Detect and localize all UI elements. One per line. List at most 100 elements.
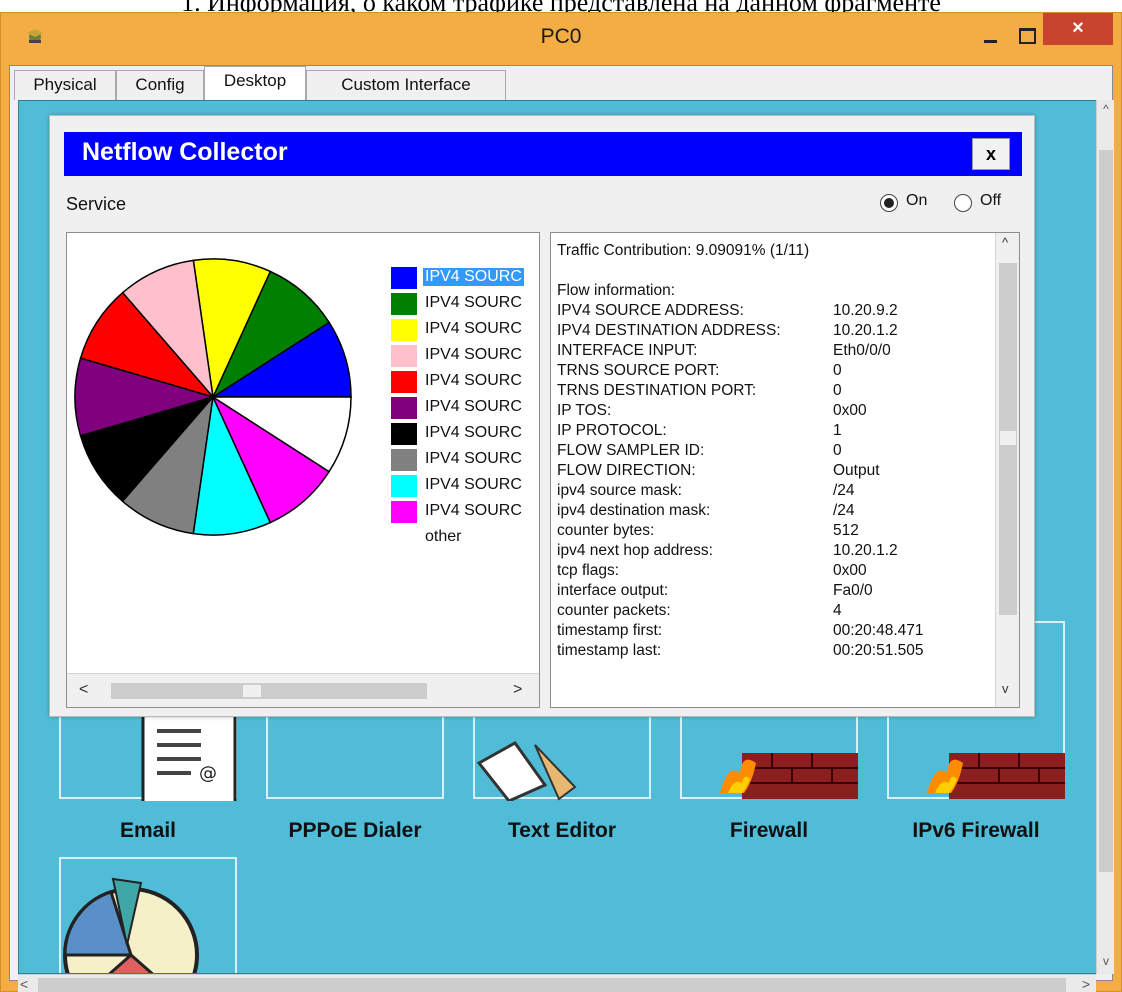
flow-info-value: 0: [833, 382, 842, 399]
flow-info-row: ipv4 destination mask: /24: [557, 501, 855, 521]
netflow-collector-dialog: Netflow Collector x Service On Off IPV4 …: [49, 115, 1035, 717]
service-on-label: On: [906, 192, 928, 209]
traffic-pie-chart[interactable]: [71, 253, 371, 553]
flow-info-value: 10.20.9.2: [833, 302, 898, 319]
title-bar[interactable]: PC0 ×: [1, 13, 1121, 61]
flow-info-text: Traffic Contribution: 9.09091% (1/11) Fl…: [557, 241, 924, 661]
close-window-button[interactable]: ×: [1043, 13, 1113, 45]
traffic-contribution: Traffic Contribution: 9.09091% (1/11): [557, 242, 810, 259]
legend-item[interactable]: IPV4 SOURC: [391, 293, 539, 315]
info-vertical-scrollbar[interactable]: ^ v: [995, 233, 1019, 707]
flow-info-key: IP PROTOCOL:: [557, 422, 667, 439]
legend-item[interactable]: IPV4 SOURC: [391, 371, 539, 393]
scroll-thumb[interactable]: [1099, 150, 1113, 872]
scroll-up-arrow-icon[interactable]: ^: [1097, 102, 1115, 120]
legend-item[interactable]: IPV4 SOURC: [391, 475, 539, 497]
scroll-left-arrow-icon[interactable]: <: [79, 681, 88, 699]
scroll-left-arrow-icon[interactable]: <: [20, 976, 28, 992]
flow-info-value: 10.20.1.2: [833, 322, 898, 339]
flow-info-key: TRNS DESTINATION PORT:: [557, 382, 757, 399]
flow-info-row: tcp flags: 0x00: [557, 561, 867, 581]
tab-desktop[interactable]: Desktop: [204, 66, 306, 101]
maximize-button[interactable]: [1011, 23, 1041, 49]
tab-physical[interactable]: Physical: [14, 70, 116, 100]
scroll-thumb[interactable]: [38, 978, 1066, 992]
scroll-thumb-grip: [243, 685, 261, 697]
flow-info-row: TRNS SOURCE PORT: 0: [557, 361, 842, 381]
flow-info-key: timestamp last:: [557, 642, 662, 659]
flow-info-value: 4: [833, 602, 842, 619]
flow-info-value: /24: [833, 482, 855, 499]
legend-swatch: [391, 371, 417, 393]
dialog-title: Netflow Collector: [82, 138, 288, 166]
flow-info-row: timestamp first: 00:20:48.471: [557, 621, 924, 641]
flow-info-value: Eth0/0/0: [833, 342, 891, 359]
svg-text:@: @: [199, 763, 217, 784]
desktop-horizontal-scrollbar[interactable]: < >: [18, 974, 1096, 992]
legend-swatch: [391, 397, 417, 419]
flow-info-key: TRNS SOURCE PORT:: [557, 362, 720, 379]
traffic-chart-panel: IPV4 SOURC IPV4 SOURC IPV4 SOURC IPV4 SOURC…: [66, 232, 540, 708]
flow-info-key: counter bytes:: [557, 522, 655, 539]
scroll-thumb[interactable]: [111, 683, 427, 699]
flow-info-value: 512: [833, 522, 859, 539]
flow-info-row: INTERFACE INPUT: Eth0/0/0: [557, 341, 891, 361]
tab-custom-interface[interactable]: Custom Interface: [306, 70, 506, 100]
legend-item[interactable]: IPV4 SOURC: [391, 345, 539, 367]
flow-info-value: /24: [833, 502, 855, 519]
scroll-right-arrow-icon[interactable]: >: [513, 681, 522, 699]
app-label-text-editor: Text Editor: [507, 819, 617, 842]
window-title: PC0: [540, 25, 582, 48]
flow-info-row: counter bytes: 512: [557, 521, 859, 541]
dialog-close-button[interactable]: x: [972, 138, 1010, 170]
legend-label: IPV4 SOURC: [425, 294, 522, 311]
legend-item[interactable]: IPV4 SOURC: [391, 267, 539, 289]
legend-label: IPV4 SOURC: [425, 372, 522, 389]
minimize-button[interactable]: [976, 23, 1006, 49]
legend-item[interactable]: IPV4 SOURC: [391, 397, 539, 419]
flow-info-panel[interactable]: Traffic Contribution: 9.09091% (1/11) Fl…: [550, 232, 1020, 708]
app-tile-netflow-collector[interactable]: [59, 857, 237, 973]
service-off-radio[interactable]: [954, 194, 972, 212]
flow-info-row: TRNS DESTINATION PORT: 0: [557, 381, 842, 401]
flow-info-value: 0x00: [833, 562, 867, 579]
flow-info-row: FLOW DIRECTION: Output: [557, 461, 880, 481]
service-on-radio[interactable]: [880, 194, 898, 212]
legend-item[interactable]: IPV4 SOURC: [391, 423, 539, 445]
flow-info-key: IP TOS:: [557, 402, 612, 419]
flow-info-value: 10.20.1.2: [833, 542, 898, 559]
legend-item[interactable]: IPV4 SOURC: [391, 449, 539, 471]
chart-horizontal-scrollbar[interactable]: < >: [67, 673, 539, 707]
legend-item[interactable]: IPV4 SOURC: [391, 501, 539, 523]
tab-config[interactable]: Config: [116, 70, 204, 100]
flow-info-row: IP PROTOCOL: 1: [557, 421, 842, 441]
scroll-right-arrow-icon[interactable]: >: [1082, 976, 1090, 992]
legend-swatch: [391, 501, 417, 523]
flow-info-key: counter packets:: [557, 602, 671, 619]
app-label-pppoe-dialer: PPPoE Dialer: [288, 819, 422, 842]
flow-info-key: timestamp first:: [557, 622, 663, 639]
flow-info-key: ipv4 destination mask:: [557, 502, 711, 519]
legend-label: IPV4 SOURC: [423, 268, 524, 286]
flow-info-value: Fa0/0: [833, 582, 873, 599]
flow-info-row: timestamp last: 00:20:51.505: [557, 641, 924, 661]
scroll-down-arrow-icon[interactable]: v: [1097, 954, 1115, 972]
desktop-vertical-scrollbar[interactable]: ^ v: [1096, 100, 1114, 974]
flow-info-row: ipv4 next hop address: 10.20.1.2: [557, 541, 898, 561]
legend-swatch: [391, 319, 417, 341]
flow-info-key: ipv4 next hop address:: [557, 542, 713, 559]
flow-info-value: 0: [833, 362, 842, 379]
flow-info-key: FLOW DIRECTION:: [557, 462, 696, 479]
flow-info-row: IP TOS: 0x00: [557, 401, 867, 421]
scroll-up-arrow-icon[interactable]: ^: [1002, 235, 1008, 250]
pc0-window: PC0 × Physical Config Desktop Custom Int…: [0, 12, 1122, 992]
legend-item[interactable]: IPV4 SOURC: [391, 319, 539, 341]
flow-info-key: IPV4 SOURCE ADDRESS:: [557, 302, 744, 319]
flow-info-key: tcp flags:: [557, 562, 620, 579]
app-label-email: Email: [119, 819, 177, 842]
legend-item[interactable]: other: [391, 527, 539, 549]
flow-info-row: IPV4 DESTINATION ADDRESS: 10.20.1.2: [557, 321, 898, 341]
flow-info-value: Output: [833, 462, 880, 479]
scroll-down-arrow-icon[interactable]: v: [1002, 681, 1009, 696]
